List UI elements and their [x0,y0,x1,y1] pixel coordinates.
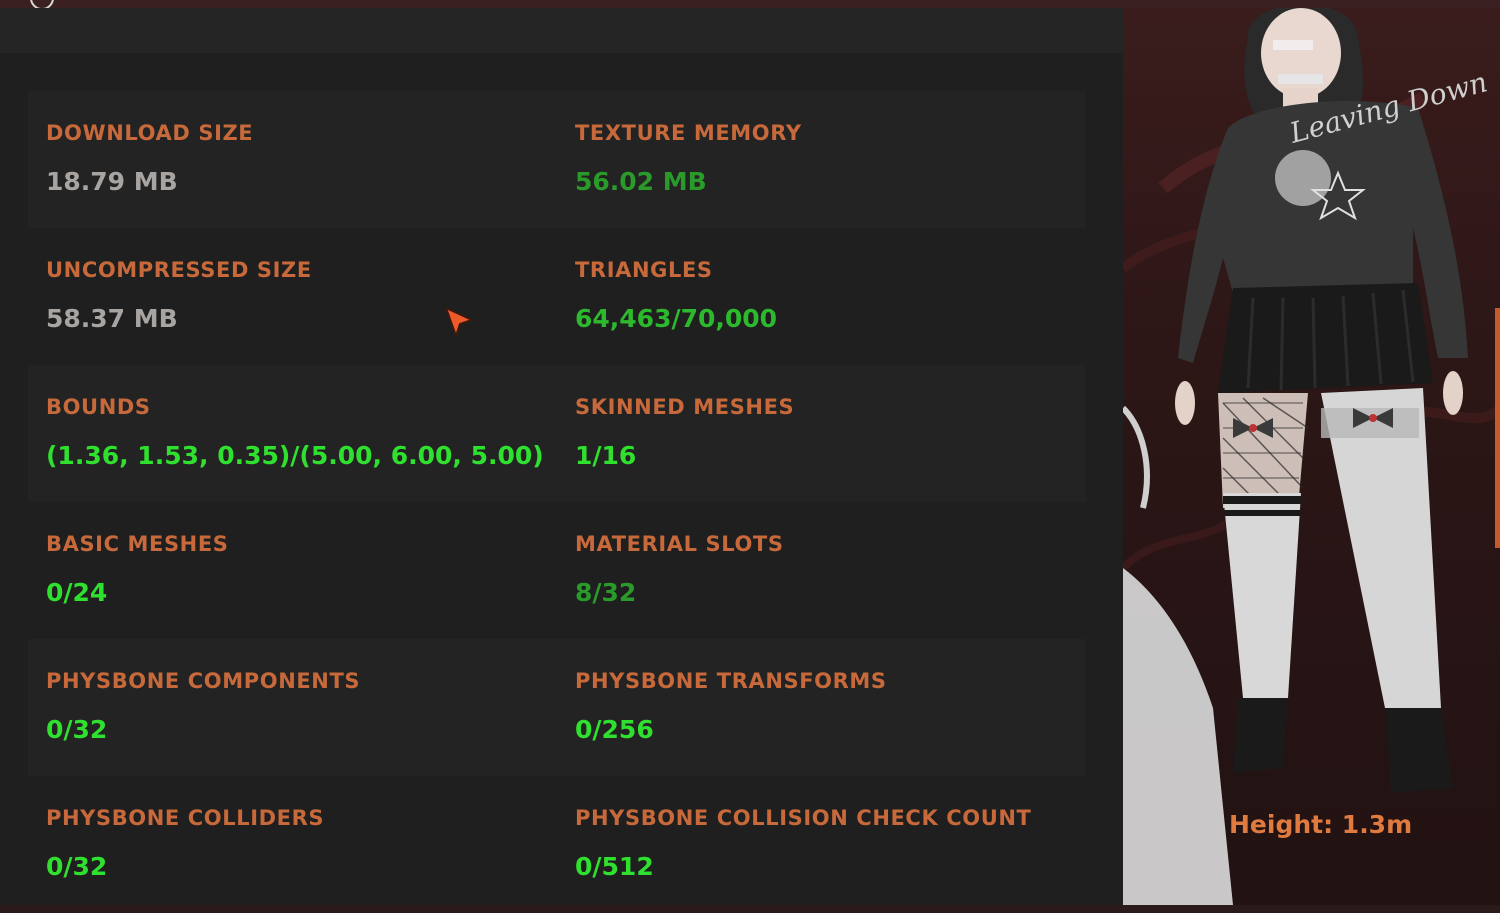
stat-label: SKINNED MESHES [575,395,795,419]
avatar-height-label: Height: 1.3m [1229,810,1413,839]
stat-value: 0/32 [46,852,108,881]
stats-row: PHYSBONE COMPONENTS 0/32 PHYSBONE TRANSF… [28,639,1086,776]
stat-bounds: BOUNDS (1.36, 1.53, 0.35)/(5.00, 6.00, 5… [46,365,566,502]
avatar-figure: Leaving Down [1123,8,1500,905]
top-strip [0,0,1500,10]
stat-value: 0/24 [46,578,108,607]
stat-physbone-transforms: PHYSBONE TRANSFORMS 0/256 [575,639,1075,776]
avatar-preview[interactable]: Leaving Down Height: 1.3m [1123,8,1500,905]
stat-label: TRIANGLES [575,258,713,282]
stat-physbone-components: PHYSBONE COMPONENTS 0/32 [46,639,566,776]
stats-row: BOUNDS (1.36, 1.53, 0.35)/(5.00, 6.00, 5… [28,365,1086,502]
stats-row: UNCOMPRESSED SIZE 58.37 MB TRIANGLES 64,… [28,228,1086,365]
stat-skinned-meshes: SKINNED MESHES 1/16 [575,365,1075,502]
stat-label: PHYSBONE COLLISION CHECK COUNT [575,806,1032,830]
stat-value: 64,463/70,000 [575,304,778,333]
stat-basic-meshes: BASIC MESHES 0/24 [46,502,566,639]
stat-label: PHYSBONE COMPONENTS [46,669,361,693]
stat-physbone-colliders: PHYSBONE COLLIDERS 0/32 [46,776,566,913]
stat-label: BASIC MESHES [46,532,229,556]
stat-value: 56.02 MB [575,167,707,196]
stat-label: PHYSBONE TRANSFORMS [575,669,887,693]
stat-download-size: DOWNLOAD SIZE 18.79 MB [46,91,566,228]
stat-value: 0/32 [46,715,108,744]
stat-value: 18.79 MB [46,167,178,196]
stat-value: 8/32 [575,578,637,607]
stats-row: DOWNLOAD SIZE 18.79 MB TEXTURE MEMORY 56… [28,91,1086,228]
stat-label: UNCOMPRESSED SIZE [46,258,312,282]
stat-uncompressed-size: UNCOMPRESSED SIZE 58.37 MB [46,228,566,365]
stat-label: TEXTURE MEMORY [575,121,802,145]
stat-value: 0/512 [575,852,654,881]
stat-value: 58.37 MB [46,304,178,333]
stat-value: 1/16 [575,441,637,470]
stat-label: BOUNDS [46,395,151,419]
stats-row: PHYSBONE COLLIDERS 0/32 PHYSBONE COLLISI… [28,776,1086,913]
stat-physbone-collision-check-count: PHYSBONE COLLISION CHECK COUNT 0/512 [575,776,1075,913]
stats-row: BASIC MESHES 0/24 MATERIAL SLOTS 8/32 [28,502,1086,639]
performance-stats-panel: DOWNLOAD SIZE 18.79 MB TEXTURE MEMORY 56… [0,53,1123,905]
stat-texture-memory: TEXTURE MEMORY 56.02 MB [575,91,1075,228]
header-bar [0,8,1123,53]
stat-label: MATERIAL SLOTS [575,532,784,556]
stat-label: DOWNLOAD SIZE [46,121,254,145]
stat-label: PHYSBONE COLLIDERS [46,806,325,830]
stat-value: (1.36, 1.53, 0.35)/(5.00, 6.00, 5.00) [46,441,544,470]
cursor-icon [445,307,473,337]
stat-material-slots: MATERIAL SLOTS 8/32 [575,502,1075,639]
stat-triangles: TRIANGLES 64,463/70,000 [575,228,1075,365]
stat-value: 0/256 [575,715,654,744]
